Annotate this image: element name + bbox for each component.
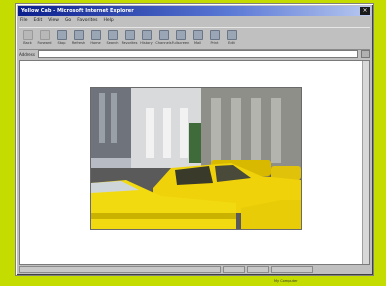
toolbar-print-button[interactable]: Print xyxy=(206,28,223,48)
favorites-icon xyxy=(124,30,135,40)
toolbar-forward-button[interactable]: Forward xyxy=(36,28,53,48)
page-content xyxy=(19,60,370,265)
search-icon xyxy=(107,30,118,40)
window-title: Yellow Cab - Microsoft Internet Explorer xyxy=(21,8,134,14)
toolbar-back-button[interactable]: Back xyxy=(19,28,36,48)
go-button[interactable] xyxy=(361,50,370,58)
toolbar-search-button[interactable]: Search xyxy=(104,28,121,48)
taxi-photo-drawing xyxy=(91,88,301,229)
vertical-scrollbar[interactable] xyxy=(362,61,369,264)
channels-icon xyxy=(158,30,169,40)
zone-label: My Computer xyxy=(274,279,298,283)
address-label: Address xyxy=(19,51,35,57)
status-progress xyxy=(223,266,245,273)
print-icon xyxy=(209,30,220,40)
toolbar-label: Edit xyxy=(228,41,235,45)
toolbar-stop-button[interactable]: Stop xyxy=(53,28,70,48)
toolbar-label: Fullscreen xyxy=(171,41,190,45)
forward-icon xyxy=(39,30,50,40)
toolbar: Back Forward Stop Refresh Home Search Favorite… xyxy=(19,27,370,50)
history-icon xyxy=(141,30,152,40)
fullscreen-icon xyxy=(175,30,186,40)
stop-icon xyxy=(56,30,67,40)
menu-bar: File Edit View Go Favorites Help xyxy=(20,18,114,26)
toolbar-label: Channels xyxy=(155,41,172,45)
refresh-icon xyxy=(73,30,84,40)
toolbar-label: Stop xyxy=(57,41,66,45)
address-bar: Address xyxy=(19,50,370,58)
toolbar-label: Home xyxy=(90,41,101,45)
toolbar-favorites-button[interactable]: Favorites xyxy=(121,28,138,48)
mail-icon xyxy=(192,30,203,40)
toolbar-mail-button[interactable]: Mail xyxy=(189,28,206,48)
toolbar-fullscreen-button[interactable]: Fullscreen xyxy=(172,28,189,48)
address-field[interactable] xyxy=(37,50,358,58)
toolbar-label: Mail xyxy=(193,41,202,45)
toolbar-home-button[interactable]: Home xyxy=(87,28,104,48)
taxi-photo xyxy=(90,87,302,230)
menu-file[interactable]: File xyxy=(20,18,28,26)
back-icon xyxy=(22,30,33,40)
toolbar-channels-button[interactable]: Channels xyxy=(155,28,172,48)
toolbar-label: History xyxy=(140,41,153,45)
toolbar-history-button[interactable]: History xyxy=(138,28,155,48)
toolbar-label: Refresh xyxy=(71,41,86,45)
toolbar-edit-button[interactable]: Edit xyxy=(223,28,240,48)
toolbar-label: Back xyxy=(23,41,32,45)
status-zone: My Computer xyxy=(271,266,313,283)
toolbar-label: Forward xyxy=(37,41,52,45)
status-text xyxy=(19,266,221,273)
title-bar[interactable]: Yellow Cab - Microsoft Internet Explorer… xyxy=(18,6,371,16)
menu-edit[interactable]: Edit xyxy=(34,18,43,26)
toolbar-label: Print xyxy=(210,41,219,45)
edit-icon xyxy=(226,30,237,40)
toolbar-label: Search xyxy=(106,41,119,45)
toolbar-refresh-button[interactable]: Refresh xyxy=(70,28,87,48)
toolbar-label: Favorites xyxy=(121,41,138,45)
menu-view[interactable]: View xyxy=(48,18,59,26)
menu-go[interactable]: Go xyxy=(65,18,71,26)
menu-help[interactable]: Help xyxy=(104,18,114,26)
menu-favorites[interactable]: Favorites xyxy=(77,18,97,26)
browser-window: Yellow Cab - Microsoft Internet Explorer… xyxy=(15,3,374,283)
status-security xyxy=(247,266,269,273)
home-icon xyxy=(90,30,101,40)
close-icon[interactable]: × xyxy=(360,7,370,15)
status-bar: My Computer xyxy=(19,266,370,283)
